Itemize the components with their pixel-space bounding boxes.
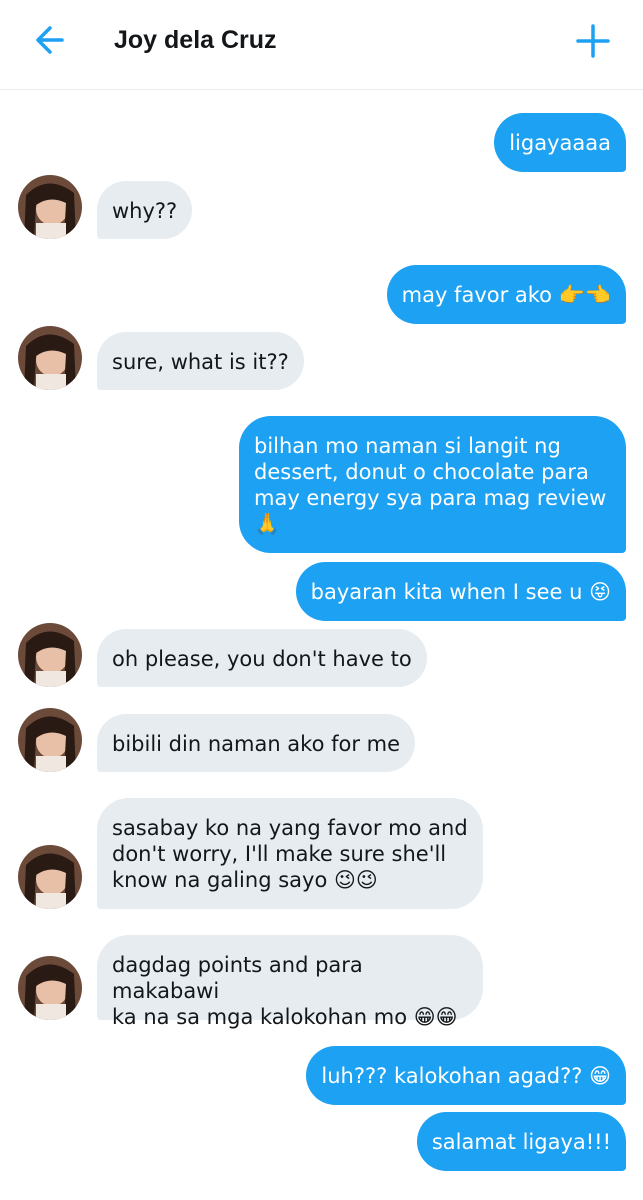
conversation-title: Joy dela Cruz: [114, 26, 277, 54]
received-message[interactable]: dagdag points and para makabawi ka na sa…: [97, 935, 483, 1029]
received-message[interactable]: why??: [97, 181, 193, 239]
received-message[interactable]: sasabay ko na yang favor mo and don't wo…: [97, 798, 483, 909]
avatar[interactable]: [18, 326, 82, 390]
sent-message[interactable]: ligayaaaa: [494, 113, 626, 172]
received-message[interactable]: sure, what is it??: [97, 332, 304, 390]
arrow-left-icon: [36, 26, 64, 54]
conversation-header: Joy dela Cruz: [0, 0, 643, 90]
received-message[interactable]: oh please, you don't have to: [97, 629, 427, 687]
back-button[interactable]: [26, 20, 74, 60]
new-message-button[interactable]: [570, 18, 616, 64]
sent-message[interactable]: bayaran kita when I see u 😝: [295, 562, 626, 621]
avatar[interactable]: [18, 845, 82, 909]
sent-message[interactable]: salamat ligaya!!!: [416, 1112, 626, 1171]
received-message[interactable]: bibili din naman ako for me: [97, 714, 416, 772]
avatar[interactable]: [18, 708, 82, 772]
avatar[interactable]: [18, 175, 82, 239]
plus-icon: [576, 24, 610, 58]
sent-message[interactable]: luh??? kalokohan agad?? 😁: [306, 1046, 626, 1105]
avatar[interactable]: [18, 956, 82, 1020]
avatar[interactable]: [18, 623, 82, 687]
sent-message[interactable]: bilhan mo naman si langit ng dessert, do…: [239, 416, 626, 553]
sent-message[interactable]: may favor ako 👉👈: [386, 265, 626, 324]
